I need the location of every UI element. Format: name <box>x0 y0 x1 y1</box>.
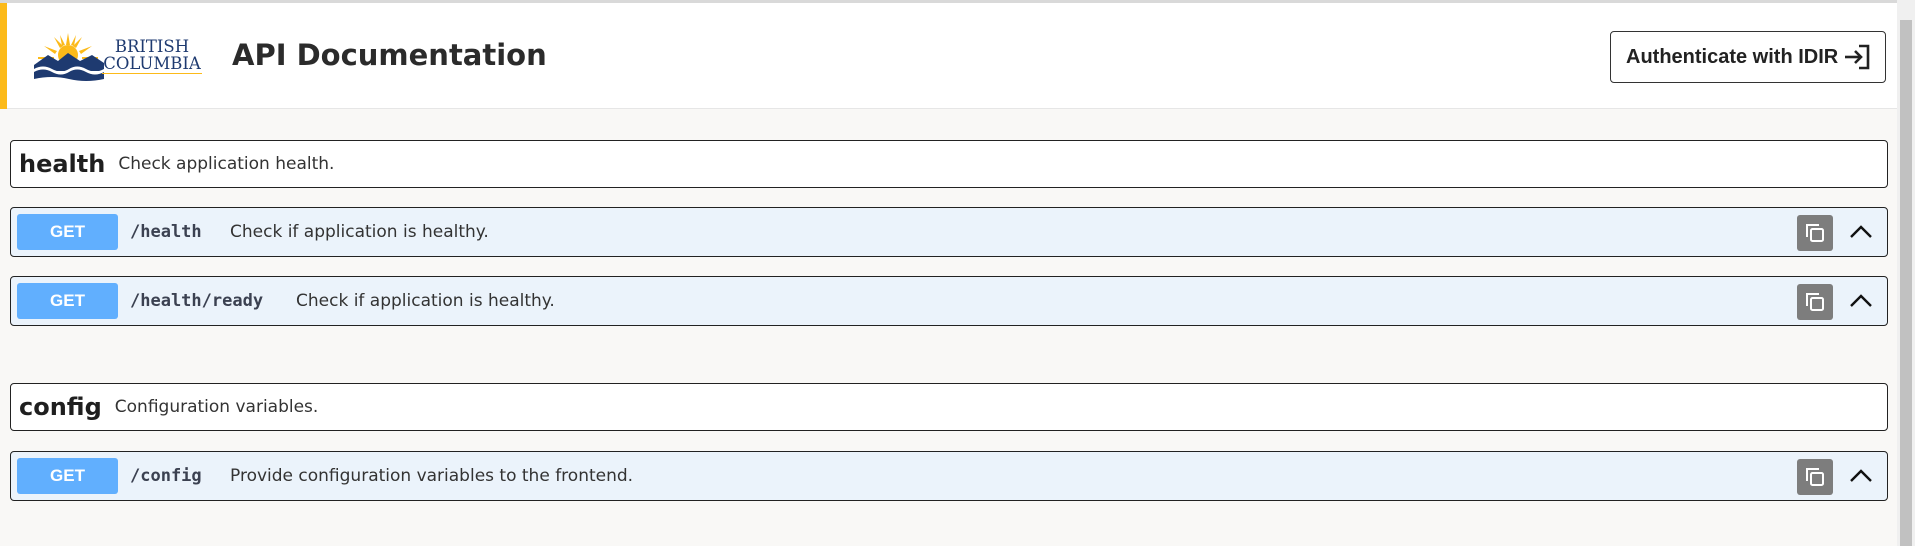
tag-description: Check application health. <box>118 154 335 174</box>
page-title: API Documentation <box>232 38 547 72</box>
logo-line-2: COLUMBIA <box>102 54 202 74</box>
copy-icon <box>1806 224 1824 242</box>
tag-config[interactable]: config Configuration variables. <box>10 383 1888 431</box>
chevron-up-icon[interactable] <box>1849 291 1873 311</box>
authenticate-button[interactable]: Authenticate with IDIR <box>1610 31 1886 83</box>
vertical-scrollbar[interactable] <box>1897 0 1915 546</box>
operation-summary: Provide configuration variables to the f… <box>230 466 634 486</box>
operation-get-config[interactable]: GET /config Provide configuration variab… <box>10 451 1888 501</box>
operation-path: /health <box>130 222 202 242</box>
tag-health[interactable]: health Check application health. <box>10 140 1888 188</box>
copy-icon <box>1806 468 1824 486</box>
method-badge-get: GET <box>17 283 118 319</box>
authenticate-button-label: Authenticate with IDIR <box>1626 45 1839 68</box>
tag-name: config <box>19 393 102 421</box>
login-arrow-icon <box>1845 44 1870 70</box>
tag-name: health <box>19 150 106 178</box>
chevron-up-icon[interactable] <box>1849 222 1873 242</box>
app-header: BRITISH COLUMBIA API Documentation Authe… <box>0 3 1897 109</box>
header-accent-bar <box>0 3 7 109</box>
copy-path-button[interactable] <box>1797 284 1833 320</box>
operation-path: /health/ready <box>130 291 264 311</box>
method-badge-get: GET <box>17 458 118 494</box>
operation-path: /config <box>130 466 202 486</box>
copy-path-button[interactable] <box>1797 459 1833 495</box>
scrollbar-thumb[interactable] <box>1900 20 1912 546</box>
bc-logo-wordmark: BRITISH COLUMBIA <box>102 38 202 74</box>
operation-summary: Check if application is healthy. <box>230 222 489 242</box>
bc-logo[interactable]: BRITISH COLUMBIA <box>34 31 202 83</box>
swagger-page: BRITISH COLUMBIA API Documentation Authe… <box>0 0 1915 546</box>
chevron-up-icon[interactable] <box>1849 466 1873 486</box>
copy-path-button[interactable] <box>1797 215 1833 251</box>
operation-get-health-ready[interactable]: GET /health/ready Check if application i… <box>10 276 1888 326</box>
operation-summary: Check if application is healthy. <box>296 291 555 311</box>
tag-description: Configuration variables. <box>114 397 319 417</box>
bc-logo-sun-icon <box>34 33 104 81</box>
operation-get-health[interactable]: GET /health Check if application is heal… <box>10 207 1888 257</box>
method-badge-get: GET <box>17 214 118 250</box>
copy-icon <box>1806 293 1824 311</box>
logo-line-1: BRITISH <box>114 37 190 56</box>
